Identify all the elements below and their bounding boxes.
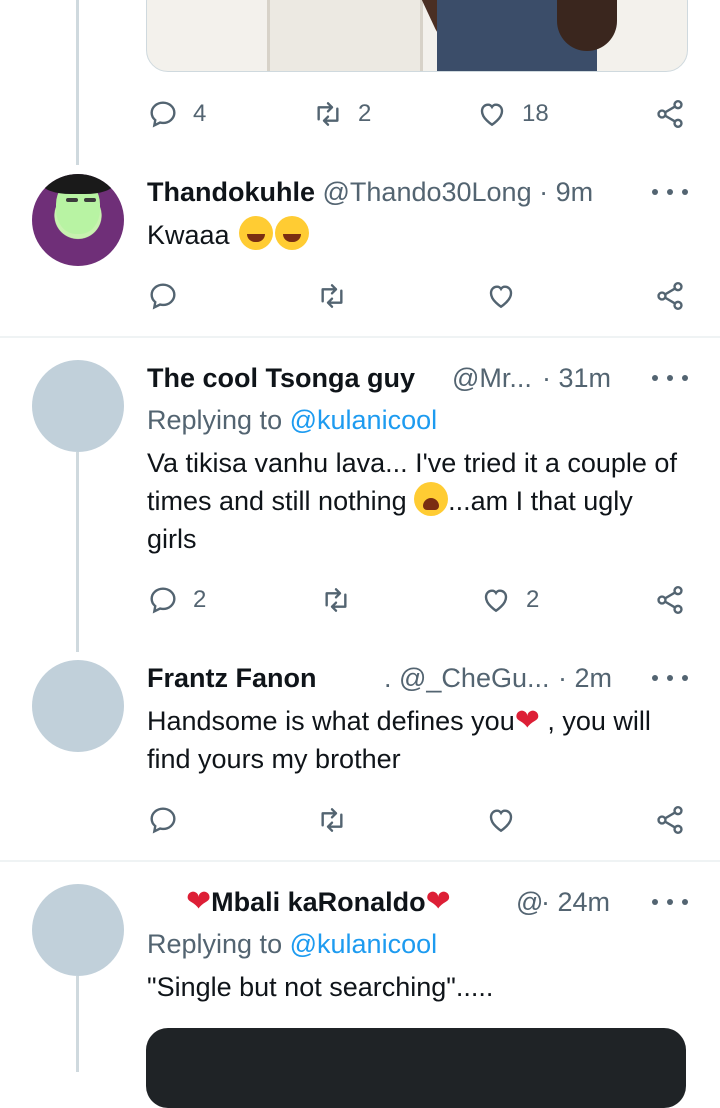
avatar[interactable] bbox=[32, 174, 124, 266]
mention-link[interactable]: @kulanicool bbox=[290, 929, 438, 959]
timestamp[interactable]: · 2m bbox=[558, 662, 612, 694]
tweet-header: Thandokuhle @Thando30Long · 9m bbox=[147, 176, 593, 208]
like-button[interactable] bbox=[485, 800, 517, 840]
thread-line bbox=[76, 0, 79, 165]
share-icon bbox=[657, 806, 683, 834]
display-name[interactable]: Thandokuhle bbox=[147, 177, 315, 207]
red-heart-emoji: ❤ bbox=[186, 885, 212, 918]
like-button[interactable] bbox=[485, 276, 517, 316]
heart-icon bbox=[484, 589, 508, 613]
timestamp[interactable]: · 31m bbox=[542, 362, 611, 394]
tweet-actions: 2 2 bbox=[0, 580, 720, 620]
heart-icon bbox=[480, 103, 504, 127]
red-heart-emoji: ❤ bbox=[425, 885, 451, 918]
tweet-text: "Single but not searching"..... bbox=[147, 968, 687, 1006]
tweet-header: ❤Mbali kaRonaldo❤ bbox=[186, 886, 451, 918]
replying-to: Replying to @kulanicool bbox=[147, 928, 437, 960]
reply-count: 4 bbox=[193, 100, 207, 127]
retweet-count: 2 bbox=[358, 100, 372, 127]
tweet-media-image[interactable] bbox=[146, 0, 688, 72]
reply-button[interactable]: 4 bbox=[147, 94, 206, 134]
tweet-header: Frantz Fanon bbox=[147, 662, 317, 694]
handle[interactable]: @Mr... bbox=[452, 362, 532, 394]
more-options-button[interactable] bbox=[652, 180, 688, 204]
retweet-button[interactable] bbox=[320, 580, 352, 620]
tweet-text-content: "Single but not searching"..... bbox=[147, 972, 494, 1002]
heart-icon bbox=[489, 285, 513, 309]
reply-icon bbox=[150, 283, 176, 310]
like-button[interactable]: 2 bbox=[480, 580, 539, 620]
handle[interactable]: @ bbox=[516, 886, 543, 918]
share-button[interactable] bbox=[654, 276, 686, 316]
tweet-header: The cool Tsonga guy bbox=[147, 362, 415, 394]
tweet-media-image[interactable] bbox=[146, 1028, 686, 1108]
grinning-squinting-face-emoji bbox=[239, 216, 274, 250]
share-icon bbox=[657, 282, 683, 310]
retweet-button[interactable] bbox=[316, 800, 348, 840]
reply-icon bbox=[150, 807, 176, 834]
share-button[interactable] bbox=[654, 580, 686, 620]
share-icon bbox=[657, 586, 683, 614]
more-options-button[interactable] bbox=[652, 666, 688, 690]
handle[interactable]: . @_CheGu... bbox=[384, 662, 549, 694]
timestamp[interactable]: · 9m bbox=[539, 177, 593, 207]
tweet-text: Va tikisa vanhu lava... I've tried it a … bbox=[147, 444, 687, 558]
tweet-actions: 4 2 18 bbox=[0, 94, 720, 134]
timestamp[interactable]: · 24m bbox=[541, 886, 610, 918]
avatar[interactable] bbox=[32, 360, 124, 452]
reply-icon bbox=[150, 101, 176, 128]
reply-count: 2 bbox=[193, 586, 207, 613]
thread-line bbox=[76, 452, 79, 652]
share-button[interactable] bbox=[654, 800, 686, 840]
retweet-button[interactable] bbox=[316, 276, 348, 316]
reply-button[interactable] bbox=[147, 276, 179, 316]
grinning-squinting-face-emoji bbox=[275, 216, 310, 250]
share-button[interactable] bbox=[654, 94, 686, 134]
replying-to-label: Replying to bbox=[147, 405, 283, 435]
more-options-button[interactable] bbox=[652, 366, 688, 390]
retweet-icon bbox=[321, 284, 343, 308]
avatar[interactable] bbox=[32, 884, 124, 976]
like-button[interactable]: 18 bbox=[476, 94, 549, 134]
reply-button[interactable] bbox=[147, 800, 179, 840]
reply-button[interactable]: 2 bbox=[147, 580, 206, 620]
reply-icon bbox=[150, 587, 176, 614]
divider bbox=[0, 336, 720, 338]
divider bbox=[0, 860, 720, 862]
like-count: 18 bbox=[522, 100, 549, 127]
tweet-text: Handsome is what defines you❤ , you will… bbox=[147, 702, 687, 778]
tweet-text-content: Kwaaa bbox=[147, 220, 230, 250]
tweet-actions bbox=[0, 800, 720, 840]
avatar[interactable] bbox=[32, 660, 124, 752]
display-name[interactable]: Frantz Fanon bbox=[147, 663, 317, 693]
share-icon bbox=[657, 100, 683, 128]
weary-face-emoji bbox=[414, 482, 449, 516]
retweet-icon bbox=[325, 588, 347, 612]
display-name[interactable]: Mbali kaRonaldo bbox=[211, 887, 426, 917]
heart-icon bbox=[489, 809, 513, 833]
mention-link[interactable]: @kulanicool bbox=[290, 405, 438, 435]
tweet-text-part: Handsome is what defines you bbox=[147, 706, 515, 736]
red-heart-emoji: ❤ bbox=[514, 704, 540, 737]
replying-to: Replying to @kulanicool bbox=[147, 404, 437, 436]
display-name[interactable]: The cool Tsonga guy bbox=[147, 363, 415, 393]
retweet-icon bbox=[317, 102, 339, 126]
tweet-text: Kwaaa bbox=[147, 216, 687, 254]
handle[interactable]: @Thando30Long bbox=[323, 177, 532, 207]
like-count: 2 bbox=[526, 586, 540, 613]
thread-line bbox=[76, 976, 79, 1072]
more-options-button[interactable] bbox=[652, 890, 688, 914]
replying-to-label: Replying to bbox=[147, 929, 283, 959]
retweet-button[interactable]: 2 bbox=[312, 94, 371, 134]
retweet-icon bbox=[321, 808, 343, 832]
tweet-actions bbox=[0, 276, 720, 316]
